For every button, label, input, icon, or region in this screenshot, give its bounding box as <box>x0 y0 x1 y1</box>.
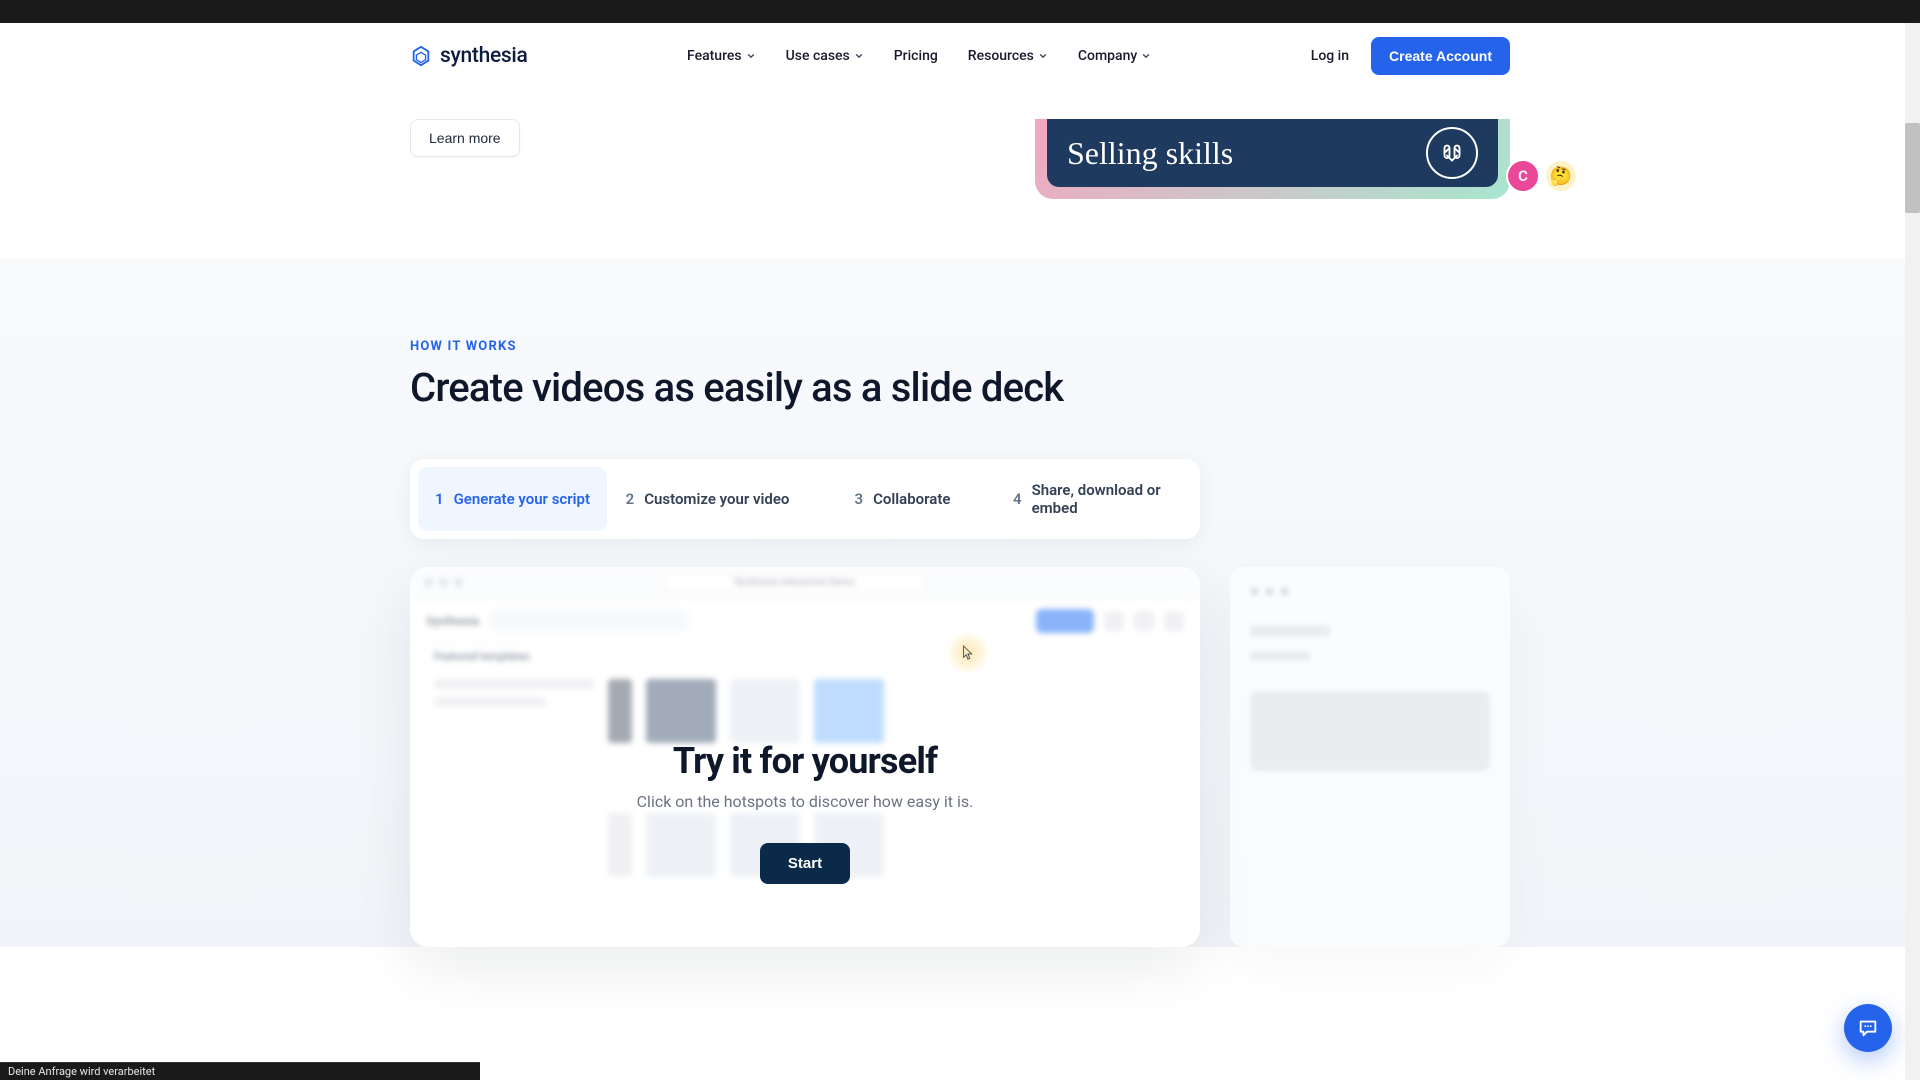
nav-item-label: Resources <box>968 48 1034 64</box>
tab-customize-video[interactable]: 2 Customize your video <box>613 467 802 531</box>
nav-company[interactable]: Company <box>1078 48 1151 64</box>
step-number: 2 <box>626 490 635 508</box>
browser-top-strip <box>0 0 1920 23</box>
demo-side-panel <box>1230 567 1510 947</box>
nav-use-cases[interactable]: Use cases <box>786 48 864 64</box>
nav-features[interactable]: Features <box>687 48 756 64</box>
learn-more-button[interactable]: Learn more <box>410 119 520 157</box>
step-number: 3 <box>855 490 864 508</box>
emoji-reaction: 🤔 <box>1544 159 1578 193</box>
chat-icon <box>1857 1017 1879 1039</box>
logo-icon <box>410 45 432 67</box>
feature-teaser-section: Learn more Selling skills C 🤔 <box>410 89 1510 259</box>
login-link[interactable]: Log in <box>1311 48 1349 64</box>
nav-item-label: Pricing <box>894 48 938 64</box>
avatar-badge: C <box>1506 159 1540 193</box>
how-it-works-section: HOW IT WORKS Create videos as easily as … <box>0 259 1920 947</box>
tab-collaborate[interactable]: 3 Collaborate <box>808 467 997 531</box>
tab-share-download[interactable]: 4 Share, download or embed <box>1003 467 1192 531</box>
step-label: Generate your script <box>454 490 590 508</box>
chevron-down-icon <box>1141 51 1151 61</box>
preview-card: Selling skills <box>1035 119 1510 199</box>
steps-tablist: 1 Generate your script 2 Customize your … <box>410 459 1200 539</box>
nav-item-label: Company <box>1078 48 1137 64</box>
scrollbar-thumb[interactable] <box>1905 123 1920 213</box>
handshake-icon <box>1426 127 1478 179</box>
nav-pricing[interactable]: Pricing <box>894 48 938 64</box>
create-account-button[interactable]: Create Account <box>1371 37 1510 75</box>
chevron-down-icon <box>1038 51 1048 61</box>
primary-nav: Features Use cases Pricing Resources Com… <box>687 48 1151 64</box>
page-scrollbar[interactable] <box>1905 23 1920 1080</box>
tab-generate-script[interactable]: 1 Generate your script <box>418 467 607 531</box>
overlay-title: Try it for yourself <box>673 740 937 782</box>
status-bar: Deine Anfrage wird verarbeitet <box>0 1062 480 1080</box>
brand-name: synthesia <box>440 44 527 68</box>
chevron-down-icon <box>746 51 756 61</box>
chevron-down-icon <box>854 51 864 61</box>
status-message: Deine Anfrage wird verarbeitet <box>8 1065 155 1078</box>
step-number: 4 <box>1013 490 1022 508</box>
start-button[interactable]: Start <box>760 843 850 884</box>
step-label: Share, download or embed <box>1032 481 1182 517</box>
site-header: synthesia Features Use cases Pricing Res… <box>0 23 1920 89</box>
step-label: Collaborate <box>873 490 950 508</box>
overlay-subtitle: Click on the hotspots to discover how ea… <box>637 792 974 811</box>
chat-widget-button[interactable] <box>1844 1004 1892 1052</box>
brand-logo[interactable]: synthesia <box>410 44 527 68</box>
nav-item-label: Use cases <box>786 48 850 64</box>
step-label: Customize your video <box>644 490 789 508</box>
nav-item-label: Features <box>687 48 742 64</box>
interactive-demo-window: Synthesia Interactive Demo Synthesia Fea… <box>410 567 1200 947</box>
nav-resources[interactable]: Resources <box>968 48 1048 64</box>
demo-overlay: Try it for yourself Click on the hotspot… <box>410 567 1200 947</box>
section-eyebrow: HOW IT WORKS <box>410 339 1510 354</box>
step-number: 1 <box>435 490 444 508</box>
section-heading: Create videos as easily as a slide deck <box>410 364 1510 411</box>
preview-card-title: Selling skills <box>1067 135 1233 172</box>
